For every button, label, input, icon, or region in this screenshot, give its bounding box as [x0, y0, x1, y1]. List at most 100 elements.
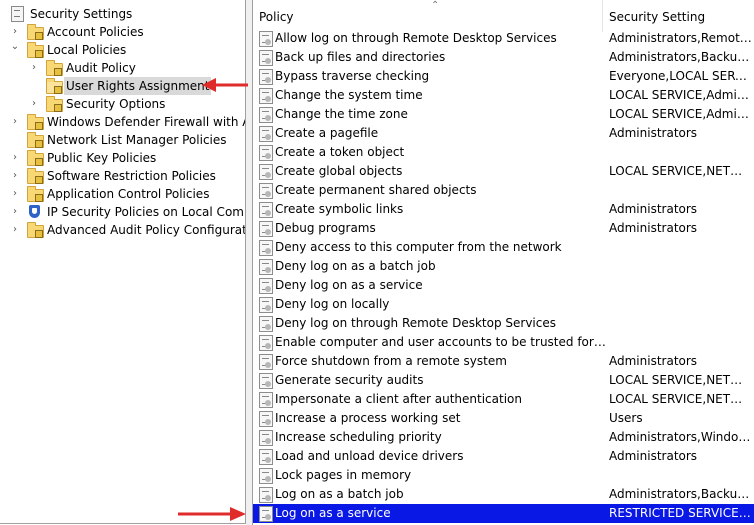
column-header-policy-label: Policy	[259, 10, 294, 24]
table-row[interactable]: Impersonate a client after authenticatio…	[253, 390, 754, 409]
policy-name: Back up files and directories	[275, 50, 446, 64]
policy-icon	[259, 411, 273, 427]
folder-icon	[27, 186, 44, 202]
table-row[interactable]: Increase a process working set Users	[253, 409, 754, 428]
table-row[interactable]: Create permanent shared objects	[253, 181, 754, 200]
policy-icon	[259, 449, 273, 465]
table-row[interactable]: Enable computer and user accounts to be …	[253, 333, 754, 352]
policy-icon	[259, 107, 273, 123]
policy-name: Increase scheduling priority	[275, 430, 442, 444]
security-setting: LOCAL SERVICE,NETWO...	[609, 373, 753, 387]
security-setting: Users	[609, 411, 643, 425]
policy-name: Create a pagefile	[275, 126, 379, 140]
table-row[interactable]: Deny log on through Remote Desktop Servi…	[253, 314, 754, 333]
policy-name: Change the system time	[275, 88, 423, 102]
policy-icon	[259, 373, 273, 389]
table-row[interactable]: Change the time zone LOCAL SERVICE,Admini…	[253, 105, 754, 124]
policy-icon	[259, 31, 273, 47]
chevron-right-icon[interactable]: ›	[29, 59, 39, 77]
policy-name: Deny log on as a service	[275, 278, 423, 292]
policy-icon	[259, 145, 273, 161]
security-settings-icon	[10, 6, 26, 22]
chevron-right-icon[interactable]: ›	[10, 185, 20, 203]
tree-item-label: Account Policies	[47, 25, 144, 39]
folder-icon	[27, 42, 44, 58]
policy-icon	[259, 392, 273, 408]
chevron-right-icon[interactable]: ›	[10, 113, 20, 131]
policy-name: Deny log on through Remote Desktop Servi…	[275, 316, 556, 330]
tree-item-label: Security Options	[66, 97, 166, 111]
table-row[interactable]: Back up files and directories Administrat…	[253, 48, 754, 67]
table-row[interactable]: Increase scheduling priority Administrato…	[253, 428, 754, 447]
security-setting: Administrators	[609, 449, 698, 463]
chevron-right-icon[interactable]: ›	[29, 95, 39, 113]
policy-icon	[259, 468, 273, 484]
policy-name: Bypass traverse checking	[275, 69, 430, 83]
table-row[interactable]: Allow log on through Remote Desktop Serv…	[253, 29, 754, 48]
security-setting: LOCAL SERVICE,Admini...	[609, 88, 753, 102]
security-setting: Administrators,Backup ...	[609, 50, 753, 64]
table-row[interactable]: Bypass traverse checking Everyone,LOCAL S…	[253, 67, 754, 86]
table-row[interactable]: Change the system time LOCAL SERVICE,Admi…	[253, 86, 754, 105]
security-setting: Administrators	[609, 202, 698, 216]
policy-name: Allow log on through Remote Desktop Serv…	[275, 31, 557, 45]
table-row[interactable]: Generate security audits LOCAL SERVICE,NE…	[253, 371, 754, 390]
table-row[interactable]: Deny log on locally	[253, 295, 754, 314]
chevron-down-icon[interactable]: ⌄	[10, 38, 20, 56]
security-setting: Administrators	[609, 354, 698, 368]
tree-item-label: Local Policies	[47, 43, 127, 57]
table-row[interactable]: Debug programs Administrators	[253, 219, 754, 238]
shield-icon	[27, 204, 43, 220]
security-setting: Administrators,Backup ...	[609, 487, 753, 501]
policy-icon	[259, 164, 273, 180]
table-row[interactable]: Create symbolic links Administrators	[253, 200, 754, 219]
policy-icon	[259, 430, 273, 446]
column-header-policy[interactable]: Policy ⌃	[253, 0, 603, 32]
policy-name: Deny log on locally	[275, 297, 390, 311]
tree-item-label: Software Restriction Policies	[47, 169, 216, 183]
policy-name: Change the time zone	[275, 107, 408, 121]
policy-icon	[259, 335, 273, 351]
table-row[interactable]: Create a pagefile Administrators	[253, 124, 754, 143]
table-row[interactable]: Deny log on as a batch job	[253, 257, 754, 276]
policy-icon	[259, 278, 273, 294]
tree-item-label: Security Settings	[30, 7, 133, 21]
policy-name: Create a token object	[275, 145, 405, 159]
policy-name: Log on as a service	[275, 506, 391, 520]
table-row[interactable]: Deny log on as a service	[253, 276, 754, 295]
folder-icon	[27, 24, 44, 40]
chevron-right-icon[interactable]: ›	[10, 167, 20, 185]
sort-ascending-icon: ⌃	[431, 0, 440, 11]
policy-name: Create permanent shared objects	[275, 183, 477, 197]
policy-name: Log on as a batch job	[275, 487, 404, 501]
column-header-security-setting[interactable]: Security Setting	[603, 0, 754, 32]
chevron-right-icon[interactable]: ›	[10, 203, 20, 221]
policy-icon	[259, 202, 273, 218]
table-row[interactable]: Log on as a batch job Administrators,Back…	[253, 485, 754, 504]
table-row[interactable]: Deny access to this computer from the ne…	[253, 238, 754, 257]
tree-item-label: Audit Policy	[66, 61, 136, 75]
table-row[interactable]: Create global objects LOCAL SERVICE,NETWO…	[253, 162, 754, 181]
policy-icon	[259, 506, 273, 522]
tree-item-label: User Rights Assignment	[64, 77, 212, 95]
folder-icon	[27, 222, 44, 238]
table-row[interactable]: Load and unload device drivers Administra…	[253, 447, 754, 466]
policy-name: Debug programs	[275, 221, 376, 235]
folder-icon	[27, 132, 44, 148]
policy-icon	[259, 221, 273, 237]
chevron-right-icon[interactable]: ›	[10, 221, 20, 239]
security-setting: Administrators,Remote ...	[609, 31, 753, 45]
policy-icon	[259, 316, 273, 332]
policy-name: Load and unload device drivers	[275, 449, 464, 463]
policy-list: Policy ⌃ Security Setting Allow log on t…	[252, 0, 754, 525]
folder-icon	[27, 168, 44, 184]
table-row[interactable]: Lock pages in memory	[253, 466, 754, 485]
policy-icon	[259, 487, 273, 503]
policy-icon	[259, 126, 273, 142]
table-row[interactable]: Log on as a service RESTRICTED SERVICES\.…	[253, 504, 754, 523]
chevron-right-icon[interactable]: ›	[10, 149, 20, 167]
folder-icon	[27, 150, 44, 166]
table-row[interactable]: Create a token object	[253, 143, 754, 162]
table-row[interactable]: Force shutdown from a remote system Admin…	[253, 352, 754, 371]
policy-name: Impersonate a client after authenticatio…	[275, 392, 522, 406]
